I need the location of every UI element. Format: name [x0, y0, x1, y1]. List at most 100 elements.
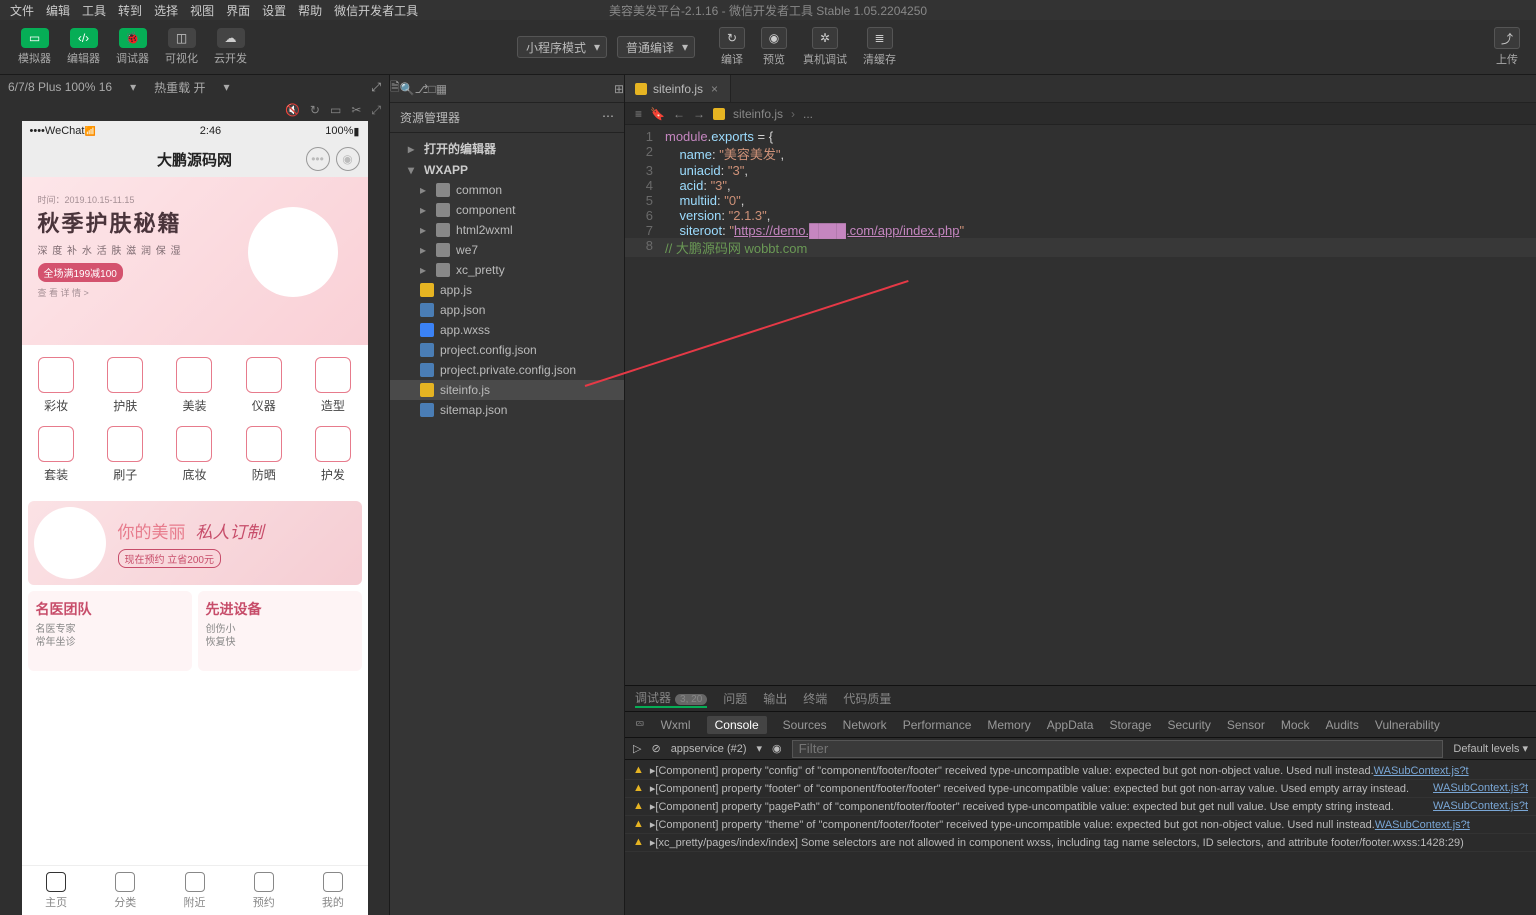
dt-memory[interactable]: Memory: [987, 718, 1030, 732]
folder-xc-pretty[interactable]: xc_pretty: [390, 260, 624, 280]
device-label[interactable]: 6/7/8 Plus 100% 16: [8, 80, 112, 94]
btn-debugger[interactable]: 🐞调试器: [110, 26, 155, 68]
clear-icon[interactable]: ⊘: [651, 742, 660, 755]
dt-appdata[interactable]: AppData: [1047, 718, 1094, 732]
tab-category[interactable]: 分类: [91, 866, 160, 915]
card-doctors[interactable]: 名医团队名医专家常年坐诊: [28, 591, 192, 671]
menu-settings[interactable]: 设置: [256, 2, 292, 19]
menu-file[interactable]: 文件: [4, 2, 40, 19]
new-tab-icon[interactable]: ⊞: [614, 82, 624, 96]
stop-icon[interactable]: ▷: [633, 742, 641, 755]
api-icon[interactable]: □: [428, 82, 435, 96]
dt-storage[interactable]: Storage: [1109, 718, 1151, 732]
folder-we7[interactable]: we7: [390, 240, 624, 260]
grid-item[interactable]: 底妆: [160, 420, 229, 489]
btn-editor[interactable]: ‹/›编辑器: [61, 26, 106, 68]
menu-edit[interactable]: 编辑: [40, 2, 76, 19]
ext-icon[interactable]: ▦: [436, 82, 447, 96]
capsule-close[interactable]: ◉: [336, 147, 360, 171]
dt-audits[interactable]: Audits: [1326, 718, 1359, 732]
banner-custom[interactable]: 你的美丽私人订制 现在预约 立省200元: [28, 501, 362, 585]
inspect-icon[interactable]: ⮹: [635, 717, 645, 732]
folder-component[interactable]: component: [390, 200, 624, 220]
menu-tools[interactable]: 工具: [76, 2, 112, 19]
btn-upload[interactable]: ⤴上传: [1488, 25, 1526, 69]
grid-item[interactable]: 彩妆: [22, 351, 91, 420]
expand-icon[interactable]: ⤢: [371, 103, 381, 118]
btn-clear-cache[interactable]: ≣清缓存: [857, 25, 902, 69]
grid-item[interactable]: 造型: [298, 351, 367, 420]
dbg-tab-problems[interactable]: 问题: [723, 690, 747, 707]
dt-console[interactable]: Console: [707, 716, 767, 734]
code-editor[interactable]: 1module.exports = {2 name: "美容美发",3 unia…: [625, 125, 1536, 685]
close-icon[interactable]: ×: [709, 82, 720, 96]
menu-select[interactable]: 选择: [148, 2, 184, 19]
file-app-json[interactable]: app.json: [390, 300, 624, 320]
folder-common[interactable]: common: [390, 180, 624, 200]
file-sitemap[interactable]: sitemap.json: [390, 400, 624, 420]
menu-devtools[interactable]: 微信开发者工具: [328, 2, 424, 19]
grid-item[interactable]: 护发: [298, 420, 367, 489]
grid-item[interactable]: 刷子: [91, 420, 160, 489]
folder-html2wxml[interactable]: html2wxml: [390, 220, 624, 240]
dt-sensor[interactable]: Sensor: [1227, 718, 1265, 732]
menu-goto[interactable]: 转到: [112, 2, 148, 19]
search-icon[interactable]: 🔍: [400, 82, 415, 96]
grid-item[interactable]: 护肤: [91, 351, 160, 420]
dt-network[interactable]: Network: [843, 718, 887, 732]
console[interactable]: ▲▸[Component] property "config" of "comp…: [625, 760, 1536, 915]
tab-home[interactable]: 主页: [22, 866, 91, 915]
card-equipment[interactable]: 先进设备创伤小恢复快: [198, 591, 362, 671]
btn-compile[interactable]: ↻编译: [713, 25, 751, 69]
dt-wxml[interactable]: Wxml: [661, 718, 691, 732]
tab-nearby[interactable]: 附近: [160, 866, 229, 915]
menu-help[interactable]: 帮助: [292, 2, 328, 19]
hot-reload[interactable]: 热重载 开: [154, 79, 205, 96]
branch-icon[interactable]: ⎇: [415, 82, 429, 96]
select-compile[interactable]: 普通编译: [617, 36, 695, 58]
dbg-tab-debugger[interactable]: 调试器3, 20: [635, 689, 707, 708]
editor-tab-siteinfo[interactable]: siteinfo.js×: [625, 75, 731, 102]
btn-preview[interactable]: ◉预览: [755, 25, 793, 69]
open-editors[interactable]: 打开的编辑器: [390, 137, 624, 160]
menu-view[interactable]: 视图: [184, 2, 220, 19]
promo-banner[interactable]: 时间：2019.10.15-11.15 秋季护肤秘籍 深 度 补 水 活 肤 滋…: [22, 177, 368, 345]
dbg-tab-terminal[interactable]: 终端: [803, 690, 827, 707]
select-mode[interactable]: 小程序模式: [517, 36, 607, 58]
device-screen[interactable]: •••• WeChat📶 2:46 100%▮ 大鹏源码网 ••• ◉ 时间：2…: [22, 121, 368, 915]
file-app-wxss[interactable]: app.wxss: [390, 320, 624, 340]
dt-security[interactable]: Security: [1167, 718, 1210, 732]
tab-booking[interactable]: 预约: [229, 866, 298, 915]
dt-performance[interactable]: Performance: [903, 718, 972, 732]
eye-icon[interactable]: ◉: [772, 742, 782, 755]
file-project-config[interactable]: project.config.json: [390, 340, 624, 360]
files-icon[interactable]: 🗎: [390, 78, 400, 99]
share-icon[interactable]: ▭: [330, 103, 341, 117]
tab-mine[interactable]: 我的: [298, 866, 367, 915]
menu-interface[interactable]: 界面: [220, 2, 256, 19]
context-select[interactable]: appservice (#2): [671, 743, 747, 755]
rotate-icon[interactable]: ↻: [310, 103, 320, 117]
root-folder[interactable]: WXAPP: [390, 160, 624, 180]
grid-item[interactable]: 美装: [160, 351, 229, 420]
file-project-private[interactable]: project.private.config.json: [390, 360, 624, 380]
btn-remote-debug[interactable]: ✲真机调试: [797, 25, 853, 69]
explorer-title: 资源管理器: [400, 109, 460, 126]
dt-vulnerability[interactable]: Vulnerability: [1375, 718, 1440, 732]
dbg-tab-quality[interactable]: 代码质量: [843, 690, 891, 707]
grid-item[interactable]: 套装: [22, 420, 91, 489]
grid-item[interactable]: 防晒: [229, 420, 298, 489]
grid-item[interactable]: 仪器: [229, 351, 298, 420]
file-app-js[interactable]: app.js: [390, 280, 624, 300]
dbg-tab-output[interactable]: 输出: [763, 690, 787, 707]
btn-simulator[interactable]: ▭模拟器: [12, 26, 57, 68]
dt-sources[interactable]: Sources: [783, 718, 827, 732]
capsule-menu[interactable]: •••: [306, 147, 330, 171]
btn-cloud[interactable]: ☁云开发: [208, 26, 253, 68]
dt-mock[interactable]: Mock: [1281, 718, 1310, 732]
filter-input[interactable]: [792, 740, 1444, 758]
btn-visual[interactable]: ◫可视化: [159, 26, 204, 68]
cut-icon[interactable]: ✂: [351, 103, 361, 117]
levels-select[interactable]: Default levels ▾: [1453, 742, 1528, 755]
mute-icon[interactable]: 🔇: [285, 103, 300, 117]
